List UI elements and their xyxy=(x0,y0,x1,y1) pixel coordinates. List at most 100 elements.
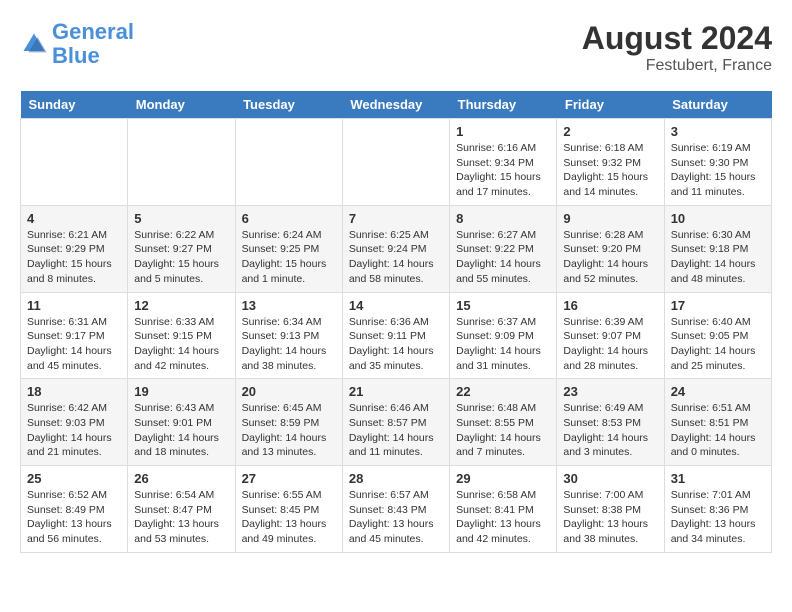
day-number: 21 xyxy=(349,384,443,399)
day-info: Sunrise: 6:40 AMSunset: 9:05 PMDaylight:… xyxy=(671,315,765,374)
day-cell: 10Sunrise: 6:30 AMSunset: 9:18 PMDayligh… xyxy=(664,205,771,292)
day-cell: 27 Sunrise: 6:55 AMSunset: 8:45 PMDayligh… xyxy=(235,466,342,553)
day-cell: 30 Sunrise: 7:00 AMSunset: 8:38 PMDayligh… xyxy=(557,466,664,553)
day-cell: 25 Sunrise: 6:52 AMSunset: 8:49 PMDayligh… xyxy=(21,466,128,553)
day-info: Sunrise: 6:34 AMSunset: 9:13 PMDaylight:… xyxy=(242,315,336,374)
day-info: Sunrise: 7:00 AMSunset: 8:38 PMDaylight:… xyxy=(563,488,657,547)
day-number: 8 xyxy=(456,211,550,226)
day-info: Sunrise: 6:55 AMSunset: 8:45 PMDaylight:… xyxy=(242,488,336,547)
day-number: 23 xyxy=(563,384,657,399)
calendar-header: SundayMondayTuesdayWednesdayThursdayFrid… xyxy=(21,91,772,119)
day-cell: 24 Sunrise: 6:51 AMSunset: 8:51 PMDayligh… xyxy=(664,379,771,466)
header-cell-tuesday: Tuesday xyxy=(235,91,342,119)
day-cell: 26 Sunrise: 6:54 AMSunset: 8:47 PMDayligh… xyxy=(128,466,235,553)
day-number: 2 xyxy=(563,124,657,139)
day-number: 20 xyxy=(242,384,336,399)
day-number: 9 xyxy=(563,211,657,226)
day-info: Sunrise: 6:21 AMSunset: 9:29 PMDaylight:… xyxy=(27,228,121,287)
day-info: Sunrise: 6:33 AMSunset: 9:15 PMDaylight:… xyxy=(134,315,228,374)
day-number: 26 xyxy=(134,471,228,486)
day-info: Sunrise: 6:45 AMSunset: 8:59 PMDaylight:… xyxy=(242,401,336,460)
day-cell xyxy=(342,119,449,206)
day-cell: 22 Sunrise: 6:48 AMSunset: 8:55 PMDayligh… xyxy=(450,379,557,466)
subtitle: Festubert, France xyxy=(582,57,772,75)
day-cell: 18 Sunrise: 6:42 AMSunset: 9:03 PMDayligh… xyxy=(21,379,128,466)
header-row: SundayMondayTuesdayWednesdayThursdayFrid… xyxy=(21,91,772,119)
day-number: 29 xyxy=(456,471,550,486)
main-title: August 2024 xyxy=(582,20,772,57)
day-info: Sunrise: 6:46 AMSunset: 8:57 PMDaylight:… xyxy=(349,401,443,460)
day-cell: 2 Sunrise: 6:18 AMSunset: 9:32 PMDaylight… xyxy=(557,119,664,206)
day-info: Sunrise: 6:51 AMSunset: 8:51 PMDaylight:… xyxy=(671,401,765,460)
day-number: 19 xyxy=(134,384,228,399)
day-info: Sunrise: 6:28 AMSunset: 9:20 PMDaylight:… xyxy=(563,228,657,287)
day-info: Sunrise: 6:42 AMSunset: 9:03 PMDaylight:… xyxy=(27,401,121,460)
day-cell: 16Sunrise: 6:39 AMSunset: 9:07 PMDayligh… xyxy=(557,292,664,379)
calendar-body: 1 Sunrise: 6:16 AMSunset: 9:34 PMDaylight… xyxy=(21,119,772,553)
day-number: 11 xyxy=(27,298,121,313)
day-number: 31 xyxy=(671,471,765,486)
day-info: Sunrise: 6:48 AMSunset: 8:55 PMDaylight:… xyxy=(456,401,550,460)
day-info: Sunrise: 6:25 AMSunset: 9:24 PMDaylight:… xyxy=(349,228,443,287)
day-info: Sunrise: 6:24 AMSunset: 9:25 PMDaylight:… xyxy=(242,228,336,287)
day-info: Sunrise: 6:49 AMSunset: 8:53 PMDaylight:… xyxy=(563,401,657,460)
day-cell: 4 Sunrise: 6:21 AMSunset: 9:29 PMDaylight… xyxy=(21,205,128,292)
day-cell: 21 Sunrise: 6:46 AMSunset: 8:57 PMDayligh… xyxy=(342,379,449,466)
calendar-table: SundayMondayTuesdayWednesdayThursdayFrid… xyxy=(20,91,772,553)
day-cell xyxy=(128,119,235,206)
header-cell-monday: Monday xyxy=(128,91,235,119)
day-number: 27 xyxy=(242,471,336,486)
day-number: 4 xyxy=(27,211,121,226)
day-number: 25 xyxy=(27,471,121,486)
header-cell-saturday: Saturday xyxy=(664,91,771,119)
day-number: 18 xyxy=(27,384,121,399)
day-info: Sunrise: 6:19 AMSunset: 9:30 PMDaylight:… xyxy=(671,141,765,200)
day-number: 24 xyxy=(671,384,765,399)
day-number: 22 xyxy=(456,384,550,399)
week-row-5: 25 Sunrise: 6:52 AMSunset: 8:49 PMDayligh… xyxy=(21,466,772,553)
logo-icon xyxy=(20,30,48,58)
day-cell: 14Sunrise: 6:36 AMSunset: 9:11 PMDayligh… xyxy=(342,292,449,379)
header-cell-friday: Friday xyxy=(557,91,664,119)
day-cell: 8 Sunrise: 6:27 AMSunset: 9:22 PMDaylight… xyxy=(450,205,557,292)
day-info: Sunrise: 6:30 AMSunset: 9:18 PMDaylight:… xyxy=(671,228,765,287)
day-info: Sunrise: 6:16 AMSunset: 9:34 PMDaylight:… xyxy=(456,141,550,200)
day-info: Sunrise: 6:43 AMSunset: 9:01 PMDaylight:… xyxy=(134,401,228,460)
day-number: 1 xyxy=(456,124,550,139)
day-cell: 3 Sunrise: 6:19 AMSunset: 9:30 PMDaylight… xyxy=(664,119,771,206)
day-number: 5 xyxy=(134,211,228,226)
day-info: Sunrise: 6:27 AMSunset: 9:22 PMDaylight:… xyxy=(456,228,550,287)
title-block: August 2024 Festubert, France xyxy=(582,20,772,75)
day-cell: 15Sunrise: 6:37 AMSunset: 9:09 PMDayligh… xyxy=(450,292,557,379)
day-info: Sunrise: 6:54 AMSunset: 8:47 PMDaylight:… xyxy=(134,488,228,547)
week-row-3: 11Sunrise: 6:31 AMSunset: 9:17 PMDayligh… xyxy=(21,292,772,379)
day-cell: 12Sunrise: 6:33 AMSunset: 9:15 PMDayligh… xyxy=(128,292,235,379)
day-info: Sunrise: 6:58 AMSunset: 8:41 PMDaylight:… xyxy=(456,488,550,547)
page-header: General Blue August 2024 Festubert, Fran… xyxy=(20,20,772,75)
day-cell: 29 Sunrise: 6:58 AMSunset: 8:41 PMDayligh… xyxy=(450,466,557,553)
day-number: 6 xyxy=(242,211,336,226)
day-number: 7 xyxy=(349,211,443,226)
day-cell: 9 Sunrise: 6:28 AMSunset: 9:20 PMDaylight… xyxy=(557,205,664,292)
day-info: Sunrise: 7:01 AMSunset: 8:36 PMDaylight:… xyxy=(671,488,765,547)
day-number: 30 xyxy=(563,471,657,486)
header-cell-thursday: Thursday xyxy=(450,91,557,119)
day-number: 13 xyxy=(242,298,336,313)
day-cell: 20 Sunrise: 6:45 AMSunset: 8:59 PMDayligh… xyxy=(235,379,342,466)
day-info: Sunrise: 6:18 AMSunset: 9:32 PMDaylight:… xyxy=(563,141,657,200)
day-cell: 19 Sunrise: 6:43 AMSunset: 9:01 PMDayligh… xyxy=(128,379,235,466)
day-cell: 5Sunrise: 6:22 AMSunset: 9:27 PMDaylight… xyxy=(128,205,235,292)
week-row-4: 18 Sunrise: 6:42 AMSunset: 9:03 PMDayligh… xyxy=(21,379,772,466)
week-row-2: 4 Sunrise: 6:21 AMSunset: 9:29 PMDaylight… xyxy=(21,205,772,292)
day-cell: 17Sunrise: 6:40 AMSunset: 9:05 PMDayligh… xyxy=(664,292,771,379)
day-number: 16 xyxy=(563,298,657,313)
day-info: Sunrise: 6:57 AMSunset: 8:43 PMDaylight:… xyxy=(349,488,443,547)
day-cell: 6 Sunrise: 6:24 AMSunset: 9:25 PMDaylight… xyxy=(235,205,342,292)
day-cell: 7 Sunrise: 6:25 AMSunset: 9:24 PMDaylight… xyxy=(342,205,449,292)
day-info: Sunrise: 6:52 AMSunset: 8:49 PMDaylight:… xyxy=(27,488,121,547)
day-number: 3 xyxy=(671,124,765,139)
logo: General Blue xyxy=(20,20,134,68)
week-row-1: 1 Sunrise: 6:16 AMSunset: 9:34 PMDaylight… xyxy=(21,119,772,206)
day-number: 28 xyxy=(349,471,443,486)
day-info: Sunrise: 6:37 AMSunset: 9:09 PMDaylight:… xyxy=(456,315,550,374)
